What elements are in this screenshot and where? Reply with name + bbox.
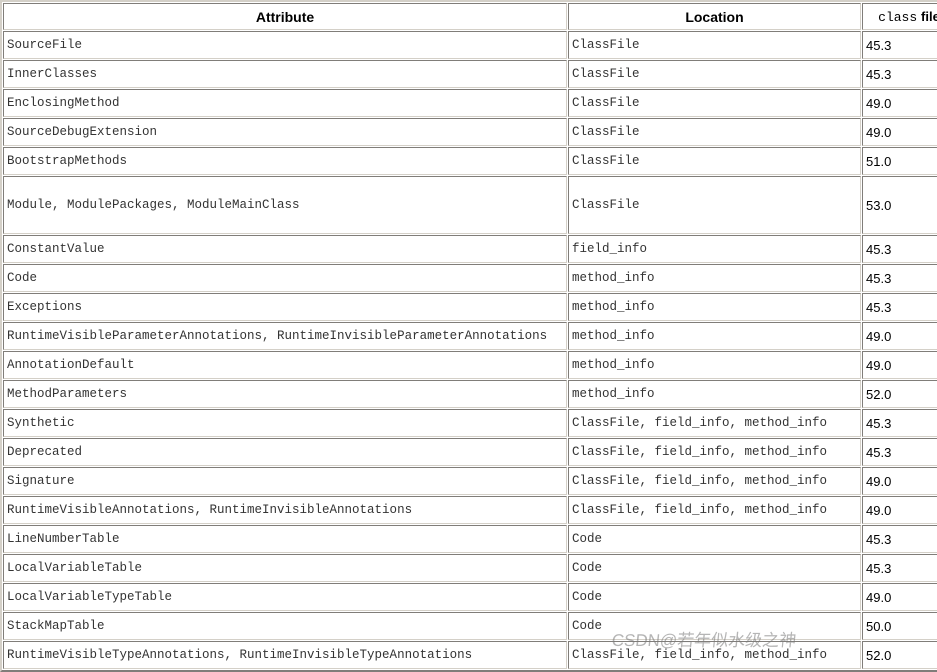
table-row: AnnotationDefaultmethod_info49.0 (3, 351, 937, 379)
cell-location: Code (568, 554, 861, 582)
table-row: BootstrapMethodsClassFile51.0 (3, 147, 937, 175)
cell-attribute: Signature (3, 467, 567, 495)
column-header-class-file: class file (862, 3, 937, 30)
cell-class-file-version: 49.0 (862, 89, 937, 117)
table-row: LocalVariableTypeTableCode49.0 (3, 583, 937, 611)
cell-location: ClassFile (568, 31, 861, 59)
class-file-attributes-table: Attribute Location class file SourceFile… (0, 0, 937, 672)
table-row: StackMapTableCode50.0 (3, 612, 937, 640)
cell-class-file-version: 45.3 (862, 438, 937, 466)
table-row: InnerClassesClassFile45.3 (3, 60, 937, 88)
table-row: MethodParametersmethod_info52.0 (3, 380, 937, 408)
table-body: SourceFileClassFile45.3InnerClassesClass… (3, 31, 937, 669)
cell-class-file-version: 45.3 (862, 409, 937, 437)
table-row: SignatureClassFile, field_info, method_i… (3, 467, 937, 495)
cell-attribute: Code (3, 264, 567, 292)
cell-location: Code (568, 525, 861, 553)
cell-attribute: SourceDebugExtension (3, 118, 567, 146)
cell-class-file-version: 49.0 (862, 322, 937, 350)
cell-class-file-version: 49.0 (862, 118, 937, 146)
cell-class-file-version: 49.0 (862, 496, 937, 524)
table-row: LocalVariableTableCode45.3 (3, 554, 937, 582)
cell-location: field_info (568, 235, 861, 263)
cell-class-file-version: 49.0 (862, 467, 937, 495)
table-row: SourceFileClassFile45.3 (3, 31, 937, 59)
cell-class-file-version: 45.3 (862, 525, 937, 553)
column-header-location: Location (568, 3, 861, 30)
cell-attribute: EnclosingMethod (3, 89, 567, 117)
cell-class-file-version: 52.0 (862, 380, 937, 408)
cell-location: method_info (568, 380, 861, 408)
cell-location: ClassFile (568, 60, 861, 88)
cell-location: ClassFile, field_info, method_info (568, 409, 861, 437)
cell-class-file-version: 45.3 (862, 554, 937, 582)
cell-attribute: AnnotationDefault (3, 351, 567, 379)
cell-attribute: BootstrapMethods (3, 147, 567, 175)
table-row: LineNumberTableCode45.3 (3, 525, 937, 553)
cell-attribute: Synthetic (3, 409, 567, 437)
cell-class-file-version: 45.3 (862, 60, 937, 88)
cell-location: ClassFile (568, 118, 861, 146)
table-header-row: Attribute Location class file (3, 3, 937, 30)
column-header-file-word: file (921, 9, 937, 24)
cell-location: method_info (568, 293, 861, 321)
table-row: Module, ModulePackages, ModuleMainClassC… (3, 176, 937, 234)
table-row: EnclosingMethodClassFile49.0 (3, 89, 937, 117)
table-row: RuntimeVisibleAnnotations, RuntimeInvisi… (3, 496, 937, 524)
cell-location: Code (568, 612, 861, 640)
cell-location: ClassFile, field_info, method_info (568, 641, 861, 669)
cell-class-file-version: 50.0 (862, 612, 937, 640)
cell-attribute: ConstantValue (3, 235, 567, 263)
cell-attribute: MethodParameters (3, 380, 567, 408)
cell-location: ClassFile, field_info, method_info (568, 496, 861, 524)
cell-class-file-version: 49.0 (862, 583, 937, 611)
cell-location: ClassFile (568, 176, 861, 234)
cell-class-file-version: 45.3 (862, 293, 937, 321)
cell-attribute: RuntimeVisibleTypeAnnotations, RuntimeIn… (3, 641, 567, 669)
cell-location: ClassFile, field_info, method_info (568, 438, 861, 466)
cell-class-file-version: 45.3 (862, 264, 937, 292)
cell-attribute: StackMapTable (3, 612, 567, 640)
attribute-table-container: Attribute Location class file SourceFile… (0, 0, 937, 672)
cell-location: Code (568, 583, 861, 611)
cell-class-file-version: 45.3 (862, 31, 937, 59)
cell-location: ClassFile (568, 89, 861, 117)
table-row: Codemethod_info45.3 (3, 264, 937, 292)
cell-attribute: Module, ModulePackages, ModuleMainClass (3, 176, 567, 234)
cell-attribute: LineNumberTable (3, 525, 567, 553)
cell-attribute: LocalVariableTypeTable (3, 583, 567, 611)
cell-attribute: Deprecated (3, 438, 567, 466)
cell-attribute: LocalVariableTable (3, 554, 567, 582)
cell-class-file-version: 53.0 (862, 176, 937, 234)
cell-attribute: RuntimeVisibleParameterAnnotations, Runt… (3, 322, 567, 350)
column-header-class-word: class (878, 10, 917, 25)
cell-location: ClassFile, field_info, method_info (568, 467, 861, 495)
table-row: RuntimeVisibleTypeAnnotations, RuntimeIn… (3, 641, 937, 669)
column-header-attribute: Attribute (3, 3, 567, 30)
table-row: ConstantValuefield_info45.3 (3, 235, 937, 263)
cell-location: method_info (568, 264, 861, 292)
cell-location: ClassFile (568, 147, 861, 175)
cell-location: method_info (568, 351, 861, 379)
cell-class-file-version: 52.0 (862, 641, 937, 669)
table-row: DeprecatedClassFile, field_info, method_… (3, 438, 937, 466)
cell-attribute: Exceptions (3, 293, 567, 321)
table-header: Attribute Location class file (3, 3, 937, 30)
cell-location: method_info (568, 322, 861, 350)
cell-class-file-version: 45.3 (862, 235, 937, 263)
table-row: SyntheticClassFile, field_info, method_i… (3, 409, 937, 437)
cell-attribute: SourceFile (3, 31, 567, 59)
cell-attribute: RuntimeVisibleAnnotations, RuntimeInvisi… (3, 496, 567, 524)
table-row: RuntimeVisibleParameterAnnotations, Runt… (3, 322, 937, 350)
table-row: Exceptionsmethod_info45.3 (3, 293, 937, 321)
cell-class-file-version: 51.0 (862, 147, 937, 175)
cell-attribute: InnerClasses (3, 60, 567, 88)
cell-class-file-version: 49.0 (862, 351, 937, 379)
table-row: SourceDebugExtensionClassFile49.0 (3, 118, 937, 146)
